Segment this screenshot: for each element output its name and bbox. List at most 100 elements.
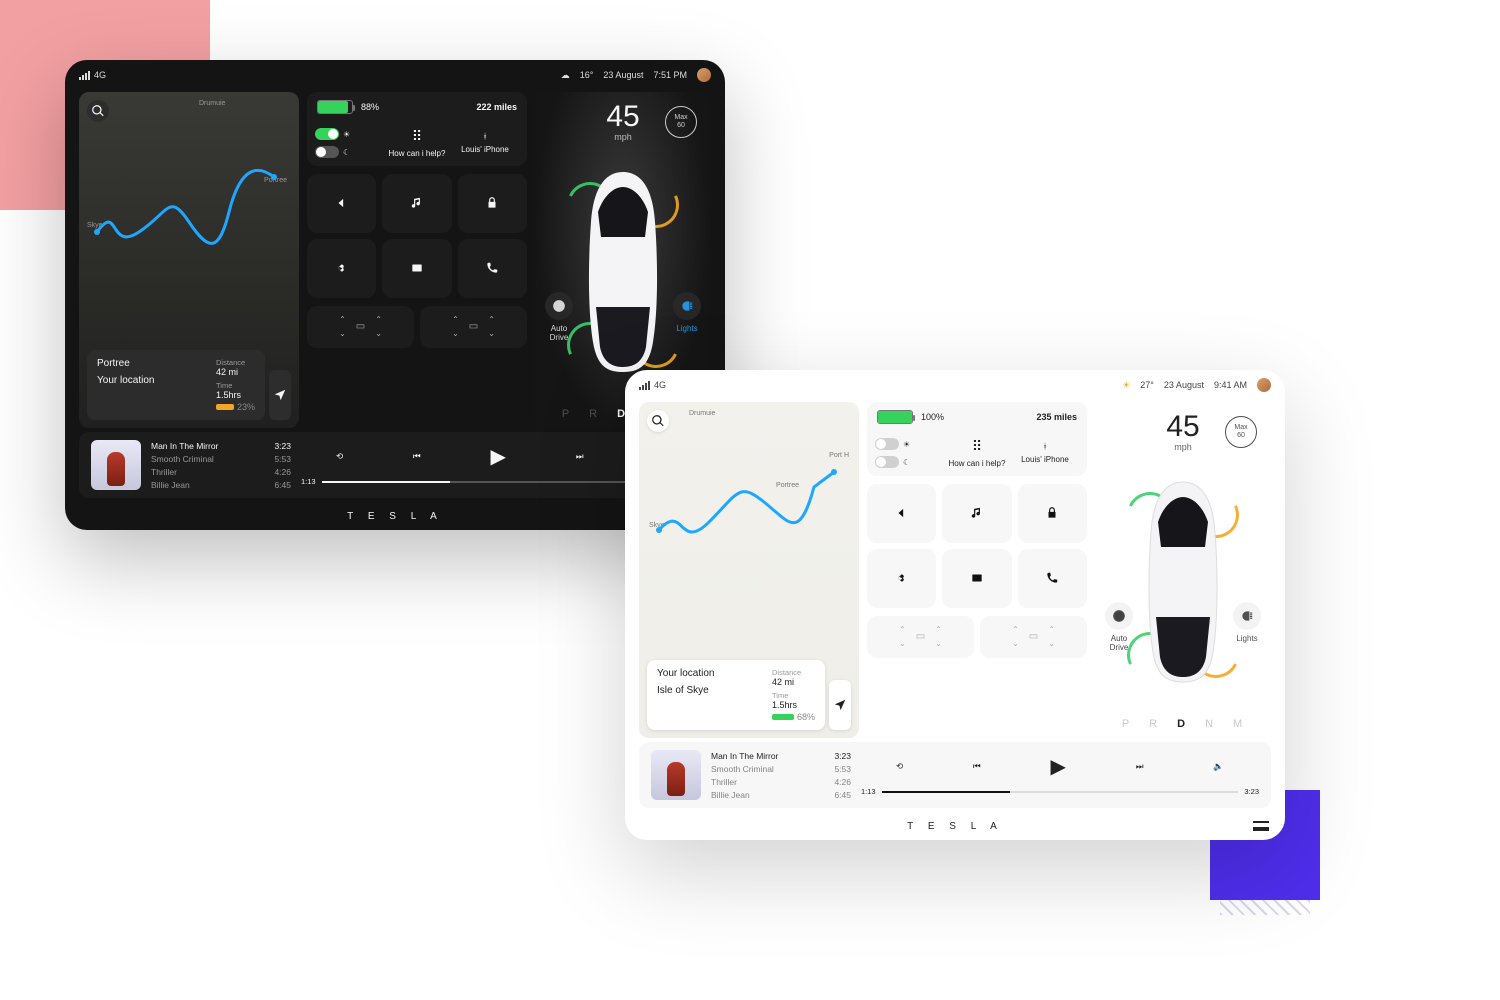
climate-tile[interactable] xyxy=(307,239,376,298)
phone-tile[interactable] xyxy=(1018,549,1087,608)
network-label: 4G xyxy=(94,70,106,80)
chevron-down-icon[interactable]: ⌄ xyxy=(1012,640,1019,648)
lock-tile[interactable] xyxy=(1018,484,1087,543)
play-button[interactable]: ▶ xyxy=(491,444,506,469)
chevron-down-icon[interactable]: ⌄ xyxy=(488,330,495,338)
voice-assist-label: How can i help? xyxy=(389,149,446,158)
climate-tile[interactable] xyxy=(867,549,936,608)
chevron-up-icon[interactable]: ⌃ xyxy=(1048,626,1055,634)
voice-assist-icon[interactable]: ⠿ xyxy=(972,438,982,455)
battery-pct: 88% xyxy=(361,102,379,112)
prev-button[interactable]: ⏮ xyxy=(973,761,981,772)
lights-button[interactable]: Lights xyxy=(1229,602,1265,643)
dest-name: Isle of Skye xyxy=(657,685,758,696)
battery-icon xyxy=(877,410,913,424)
nav-tile[interactable] xyxy=(867,484,936,543)
chevron-up-icon[interactable]: ⌃ xyxy=(899,626,906,634)
map-search-button[interactable] xyxy=(647,410,669,432)
voice-assist-icon[interactable]: ⠿ xyxy=(412,128,422,145)
chevron-down-icon[interactable]: ⌄ xyxy=(899,640,906,648)
music-icon xyxy=(970,506,984,520)
chevron-up-icon[interactable]: ⌃ xyxy=(375,316,382,324)
chevron-up-icon[interactable]: ⌃ xyxy=(452,316,459,324)
bluetooth-icon[interactable]: ᚼ xyxy=(483,132,488,141)
chevron-up-icon[interactable]: ⌃ xyxy=(935,626,942,634)
steering-icon xyxy=(552,299,566,313)
shuffle-button[interactable]: ⟲ xyxy=(896,761,903,772)
chevron-up-icon[interactable]: ⌃ xyxy=(339,316,346,324)
menu-button[interactable] xyxy=(1253,821,1269,831)
chevron-up-icon[interactable]: ⌃ xyxy=(488,316,495,324)
nav-icon xyxy=(895,506,909,520)
auto-drive-button[interactable]: Auto Drive xyxy=(541,292,577,342)
car-illustration xyxy=(1138,477,1228,687)
phone-tile[interactable] xyxy=(458,239,527,298)
seat-icon: ▭ xyxy=(916,631,925,642)
chevron-down-icon[interactable]: ⌄ xyxy=(375,330,382,338)
chevron-down-icon[interactable]: ⌄ xyxy=(1048,640,1055,648)
seat-left-tile[interactable]: ⌃ ⌄ ▭ ⌃ ⌄ xyxy=(867,616,974,658)
status-time: 7:51 PM xyxy=(653,70,687,80)
shuffle-button[interactable]: ⟲ xyxy=(336,451,343,462)
seat-icon: ▭ xyxy=(1029,631,1038,642)
track-list[interactable]: Man In The Mirror3:23 Smooth Criminal5:5… xyxy=(151,441,291,490)
map-panel[interactable]: Drumuie Port H Portree Skye Your locatio… xyxy=(639,402,859,738)
play-button[interactable]: ▶ xyxy=(1051,754,1066,779)
volume-button[interactable]: 🔈 xyxy=(1213,761,1224,772)
day-mode-toggle[interactable] xyxy=(875,438,899,450)
seat-left-tile[interactable]: ⌃⌄ ▭ ⌃⌄ xyxy=(307,306,414,348)
gear-selector[interactable]: PRDNM xyxy=(1095,718,1271,730)
music-tile[interactable] xyxy=(942,484,1011,543)
nav-arrow-icon xyxy=(833,698,847,712)
album-art[interactable] xyxy=(91,440,141,490)
sun-icon: ☀ xyxy=(343,130,350,139)
album-art[interactable] xyxy=(651,750,701,800)
battery-card: 100% 235 miles ☀ ☾ ⠿ How can i help? ᚼ L… xyxy=(867,402,1087,476)
app-grid xyxy=(307,174,527,298)
night-mode-toggle[interactable] xyxy=(875,456,899,468)
nav-send-button[interactable] xyxy=(829,680,851,730)
chevron-down-icon[interactable]: ⌄ xyxy=(339,330,346,338)
next-button[interactable]: ⏭ xyxy=(1136,761,1144,772)
range-value: 235 miles xyxy=(1036,412,1077,422)
destination-card[interactable]: Portree Your location Distance 42 mi Tim… xyxy=(87,350,265,420)
seat-right-tile[interactable]: ⌃⌄ ▭ ⌃⌄ xyxy=(420,306,527,348)
weather-icon: ☀ xyxy=(1122,380,1130,391)
status-time: 9:41 AM xyxy=(1214,380,1247,390)
car-panel: 45 mph Max60 Auto Drive Lights PRDNM xyxy=(1095,402,1271,738)
auto-drive-button[interactable]: Auto Drive xyxy=(1101,602,1137,652)
speed-unit: mph xyxy=(1166,442,1199,452)
time-label: Time xyxy=(772,691,815,700)
avatar[interactable] xyxy=(1257,378,1271,392)
map-panel[interactable]: Drumuie Portree Skye Portree Your locati… xyxy=(79,92,299,428)
map-search-button[interactable] xyxy=(87,100,109,122)
time-elapsed: 1:13 xyxy=(861,787,876,796)
dest-name: Portree xyxy=(97,358,202,369)
nav-send-button[interactable] xyxy=(269,370,291,420)
seat-right-tile[interactable]: ⌃ ⌄ ▭ ⌃ ⌄ xyxy=(980,616,1087,658)
lock-tile[interactable] xyxy=(458,174,527,233)
video-tile[interactable] xyxy=(942,549,1011,608)
distance-value: 42 mi xyxy=(216,367,255,377)
speed-value: 45 xyxy=(1166,412,1199,442)
avatar[interactable] xyxy=(697,68,711,82)
music-tile[interactable] xyxy=(382,174,451,233)
destination-card[interactable]: Your location Isle of Skye Distance 42 m… xyxy=(647,660,825,730)
weather-temp: 27° xyxy=(1140,380,1154,390)
nav-tile[interactable] xyxy=(307,174,376,233)
video-tile[interactable] xyxy=(382,239,451,298)
night-mode-toggle[interactable] xyxy=(315,146,339,158)
voice-assist-label: How can i help? xyxy=(949,459,1006,468)
progress-bar[interactable] xyxy=(882,791,1239,793)
lights-button[interactable]: Lights xyxy=(669,292,705,333)
bluetooth-icon[interactable]: ᚼ xyxy=(1043,442,1048,451)
day-mode-toggle[interactable] xyxy=(315,128,339,140)
prev-button[interactable]: ⏮ xyxy=(413,451,421,462)
chevron-up-icon[interactable]: ⌃ xyxy=(1012,626,1019,634)
next-button[interactable]: ⏭ xyxy=(576,451,584,462)
car-illustration xyxy=(578,167,668,377)
lights-label: Lights xyxy=(669,324,705,333)
track-list[interactable]: Man In The Mirror3:23 Smooth Criminal5:5… xyxy=(711,751,851,800)
chevron-down-icon[interactable]: ⌄ xyxy=(935,640,942,648)
chevron-down-icon[interactable]: ⌄ xyxy=(452,330,459,338)
